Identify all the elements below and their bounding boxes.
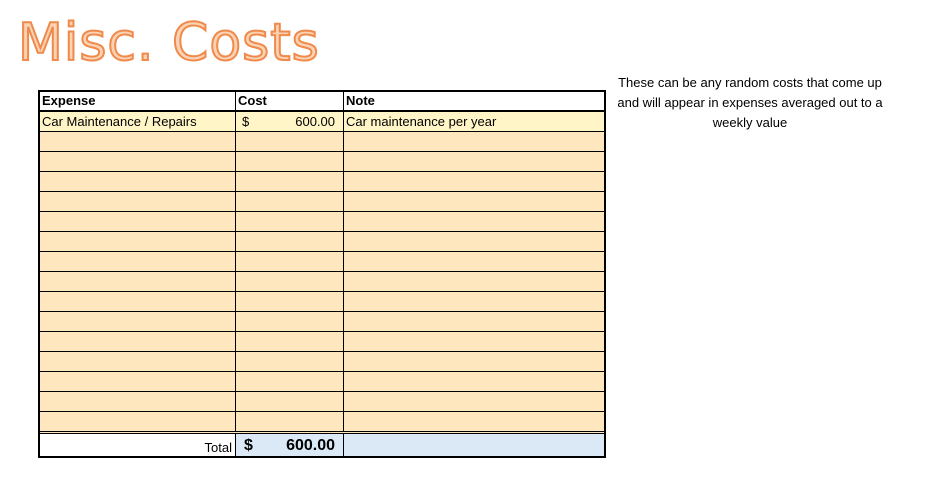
table-row — [40, 392, 604, 412]
total-note-cell[interactable] — [344, 434, 604, 456]
expense-cell[interactable] — [40, 352, 236, 371]
table-row — [40, 412, 604, 432]
expense-cell[interactable] — [40, 272, 236, 291]
note-cell[interactable] — [344, 392, 604, 411]
expense-cell[interactable] — [40, 412, 236, 431]
total-value: 600.00 — [286, 437, 335, 454]
note-cell[interactable] — [344, 312, 604, 331]
expense-cell[interactable] — [40, 212, 236, 231]
cost-cell[interactable] — [236, 332, 344, 351]
note-cell[interactable] — [344, 252, 604, 271]
cost-cell[interactable] — [236, 252, 344, 271]
cost-cell[interactable] — [236, 412, 344, 431]
cost-cell[interactable] — [236, 132, 344, 151]
note-cell[interactable] — [344, 212, 604, 231]
misc-costs-table: Expense Cost Note Car Maintenance / Repa… — [38, 90, 606, 458]
cost-cell[interactable] — [236, 372, 344, 391]
cost-cell[interactable] — [236, 312, 344, 331]
note-cell[interactable] — [344, 272, 604, 291]
expense-cell[interactable] — [40, 392, 236, 411]
cost-cell[interactable] — [236, 272, 344, 291]
table-row — [40, 192, 604, 212]
note-cell[interactable] — [344, 232, 604, 251]
note-cell[interactable]: Car maintenance per year — [344, 112, 604, 131]
total-row: Total $ 600.00 — [40, 433, 604, 456]
table-row — [40, 252, 604, 272]
cost-cell[interactable]: $600.00 — [236, 112, 344, 131]
table-header-row: Expense Cost Note — [40, 92, 604, 112]
expense-cell[interactable] — [40, 332, 236, 351]
table-body: Car Maintenance / Repairs $600.00 Car main… — [40, 112, 604, 432]
header-note[interactable]: Note — [344, 92, 604, 110]
header-expense[interactable]: Expense — [40, 92, 236, 110]
table-row — [40, 352, 604, 372]
expense-cell[interactable] — [40, 132, 236, 151]
cost-cell[interactable] — [236, 392, 344, 411]
cost-cell[interactable] — [236, 212, 344, 231]
note-cell[interactable] — [344, 372, 604, 391]
expense-cell[interactable] — [40, 252, 236, 271]
table-row — [40, 172, 604, 192]
header-cost[interactable]: Cost — [236, 92, 344, 110]
expense-cell[interactable] — [40, 312, 236, 331]
currency-symbol: $ — [242, 114, 250, 129]
table-row — [40, 292, 604, 312]
expense-cell[interactable] — [40, 232, 236, 251]
table-row — [40, 332, 604, 352]
instructions-note: These can be any random costs that come … — [617, 75, 883, 130]
page-title: Misc. Costs — [17, 12, 320, 74]
table-row — [40, 132, 604, 152]
cost-cell[interactable] — [236, 232, 344, 251]
note-cell[interactable] — [344, 292, 604, 311]
total-cost-cell[interactable]: $ 600.00 — [236, 434, 344, 456]
table-row — [40, 372, 604, 392]
cost-cell[interactable] — [236, 192, 344, 211]
cost-cell[interactable] — [236, 352, 344, 371]
cost-cell[interactable] — [236, 172, 344, 191]
table-row — [40, 232, 604, 252]
expense-cell[interactable] — [40, 172, 236, 191]
note-cell[interactable] — [344, 192, 604, 211]
expense-cell[interactable] — [40, 192, 236, 211]
cost-cell[interactable] — [236, 152, 344, 171]
note-cell[interactable] — [344, 132, 604, 151]
table-row — [40, 212, 604, 232]
cost-cell[interactable] — [236, 292, 344, 311]
table-row — [40, 312, 604, 332]
total-label[interactable]: Total — [40, 434, 236, 456]
table-row: Car Maintenance / Repairs $600.00 Car main… — [40, 112, 604, 132]
cost-value: 600.00 — [295, 114, 335, 129]
expense-cell[interactable] — [40, 372, 236, 391]
note-cell[interactable] — [344, 332, 604, 351]
total-currency-symbol: $ — [244, 437, 253, 454]
note-cell[interactable] — [344, 412, 604, 431]
table-row — [40, 272, 604, 292]
note-cell[interactable] — [344, 152, 604, 171]
expense-cell[interactable] — [40, 292, 236, 311]
note-cell[interactable] — [344, 172, 604, 191]
table-row — [40, 152, 604, 172]
expense-cell[interactable] — [40, 152, 236, 171]
note-cell[interactable] — [344, 352, 604, 371]
expense-cell[interactable]: Car Maintenance / Repairs — [40, 112, 236, 131]
